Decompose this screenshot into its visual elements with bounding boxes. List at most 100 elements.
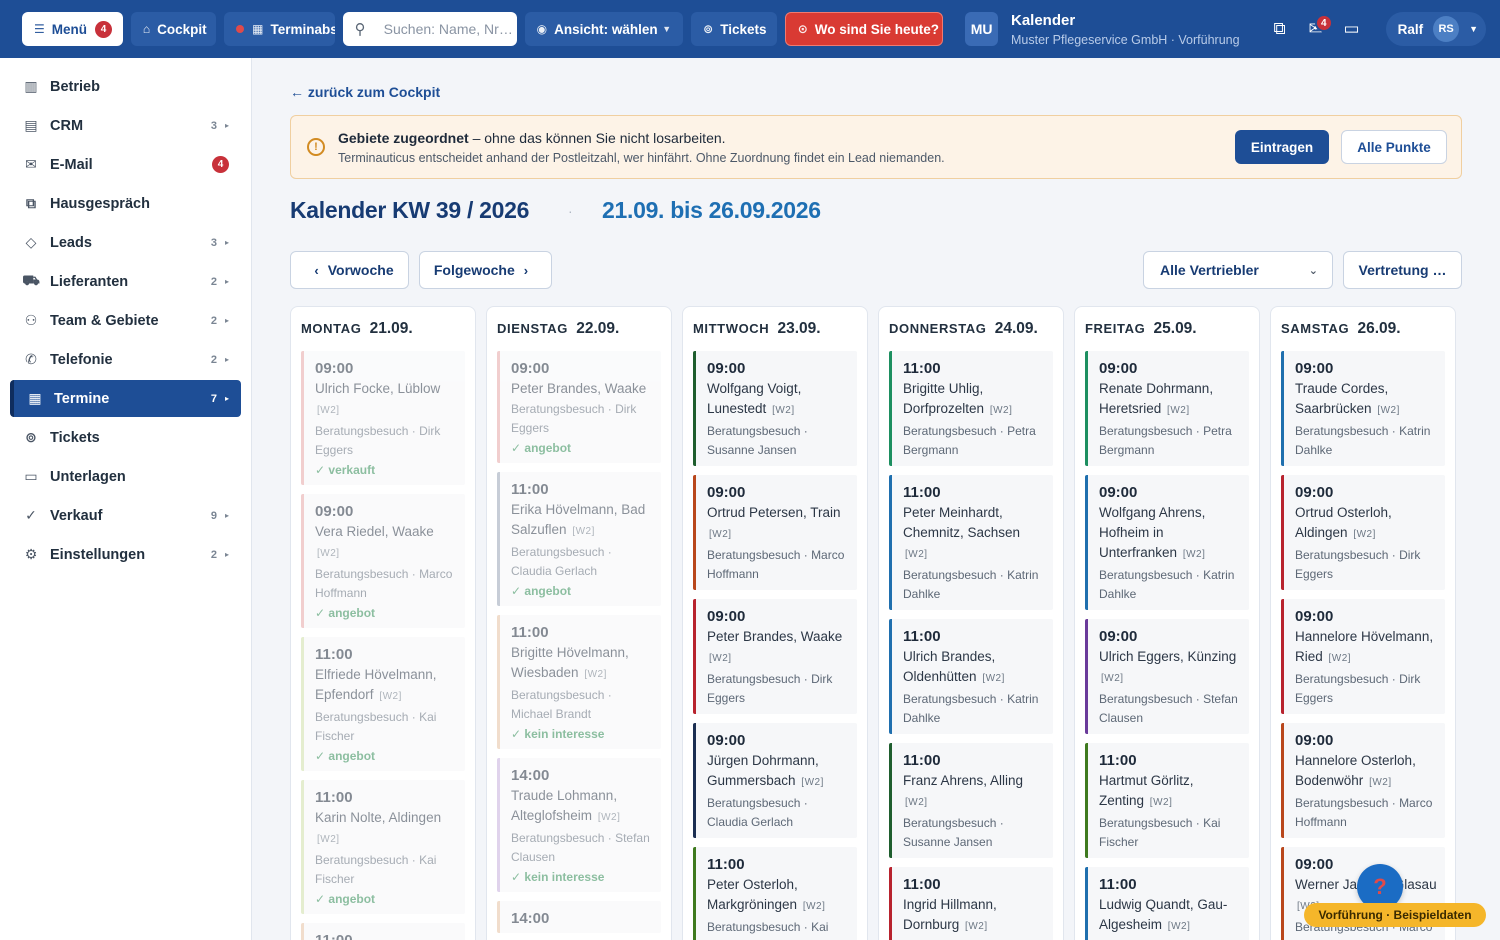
view-select[interactable]: ◉ Ansicht: wählen ▼ [524,12,684,46]
cockpit-button[interactable]: ⌂ Cockpit [130,12,217,46]
appointment-card[interactable]: 11:00 Peter Meinhardt, Chemnitz, Sachsen … [889,475,1053,610]
week-tag: [W2] [1353,529,1376,540]
day-header: FREITAG 25.09. [1075,307,1259,351]
appointment-card[interactable]: 09:00 Peter Brandes, Waake Beratungsbesuch… [497,351,661,463]
user-menu[interactable]: Ralf RS ▼ [1385,12,1487,46]
appointment-time: 09:00 [315,360,354,377]
appointment-card[interactable]: 11:00 Hartmut Görlitz, Zenting [W2] Beratu… [1085,743,1249,858]
sidebar-item-tickets[interactable]: ⊚ Tickets [10,419,241,456]
chat-icon[interactable]: ⧉ [1262,11,1298,47]
menu-button[interactable]: ☰ Menü 4 [22,12,123,46]
terminabsage-button[interactable]: ▦ Terminabsage [224,12,335,46]
week-tag: [W2] [802,901,826,912]
sidebar-item-team-gebiete[interactable]: ⚇ Team & Gebiete 2 ▸ [10,302,241,339]
location-label: Wo sind Sie heute? [814,21,940,37]
appointment-customer: Traude Cordes, Saarbrücken [W2] [1295,379,1437,421]
folder-icon[interactable]: ▭ [1334,11,1370,47]
appointment-customer: Renate Dohrmann, Heretsried [W2] [1099,379,1241,421]
appointment-card[interactable]: 09:00 Renate Dohrmann, Heretsried [W2] Ber… [1085,351,1249,466]
recording-dot-icon [236,25,245,33]
appointment-meta: Beratungsbesuch · Dirk Eggers [1295,548,1421,581]
appointment-card[interactable]: 09:00 Vera Riedel, Waake [W2] Beratungsbes… [301,494,465,628]
appointment-card[interactable]: 14:00 Traude Lohmann, Alteglofsheim [W2] B… [497,758,661,892]
rep-select-value: Alle Vertriebler [1160,262,1259,278]
back-to-cockpit-link[interactable]: ← zurück zum Cockpit [290,84,440,100]
appointment-card[interactable]: 11:00Ingrid Hillmann, Dornburg [W2]Berat… [889,867,1053,940]
sidebar-item-e-mail[interactable]: ✉ E-Mail 4 [10,146,241,183]
search-placeholder: Suchen: Name, Nr… [383,21,513,37]
sidebar-item-lieferanten[interactable]: ⛟ Lieferanten 2 ▸ [10,263,241,300]
appointment-card[interactable]: 11:00 Ulrich Brandes, Oldenhütten [W2] Ber… [889,619,1053,734]
appointment-card[interactable]: 09:00 Wolfgang Voigt, Lunestedt [W2] Berat… [693,351,857,466]
next-week-button[interactable]: Folgewoche › [419,251,552,289]
appointment-time: 11:00 [1099,876,1137,893]
sidebar-item-termine[interactable]: ▦ Termine 7 ▸ [10,380,241,417]
sidebar-item-crm[interactable]: ▤ CRM 3 ▸ [10,107,241,144]
lifebuoy-icon: ⊚ [703,22,714,36]
company-avatar[interactable]: MU [965,12,998,46]
customer-name: Franz Ahrens, Alling [903,773,1024,788]
appointment-meta: Beratungsbesuch · Claudia Gerlach [511,545,612,578]
alert-title: Gebiete zugeordnet [338,130,469,146]
caret-right-icon: ▸ [224,238,229,247]
appointment-card[interactable]: 14:00 [497,901,661,933]
appointment-card[interactable]: 11:00 Karin Nolte, Aldingen [W2] Beratungs… [301,780,465,914]
appointment-card[interactable]: 09:00 Hannelore Hövelmann, Ried [W2] Berat… [1281,599,1445,714]
appointment-card[interactable]: 09:00 Jürgen Dohrmann, Gummersbach [W2] Be… [693,723,857,838]
sidebar-item-label: Leads [50,234,92,251]
appointment-card[interactable]: 09:00 Ortrud Osterloh, Aldingen [W2] Berat… [1281,475,1445,590]
appointment-card[interactable]: 11:00 [301,923,465,940]
tickets-button[interactable]: ⊚ Tickets [691,12,777,46]
chat-icon: ⧉ [26,195,36,211]
appointment-card[interactable]: 09:00 Traude Cordes, Saarbrücken [W2] Bera… [1281,351,1445,466]
sidebar-item-betrieb[interactable]: ▥ Betrieb [10,68,241,105]
appointment-time: 11:00 [511,624,549,641]
sidebar-item-unterlagen[interactable]: ▭ Unterlagen [10,458,241,495]
appointment-card[interactable]: 09:00 Peter Brandes, Waake [W2] Beratungsb… [693,599,857,714]
appointment-customer: Brigitte Hövelmann, Wiesbaden [W2] [511,643,653,685]
inbox-icon[interactable]: ✉ 4 [1298,11,1334,47]
folder-icon: ▭ [24,468,38,484]
hamburger-icon: ☰ [34,22,45,36]
day-name: MONTAG [301,321,362,336]
week-tag: [W2] [1149,797,1173,808]
location-button[interactable]: ⊙ Wo sind Sie heute? [784,12,944,46]
sidebar-item-label: Lieferanten [50,273,129,290]
sidebar-item-leads[interactable]: ◇ Leads 3 ▸ [10,224,241,261]
appointment-time: 09:00 [707,360,746,377]
week-tag: [W2] [597,812,621,823]
sidebar: ▥ Betrieb ▤ CRM 3 ▸ ✉ E-Mail 4 ⧉ Hausgespräch ◇ Lead… [0,58,252,940]
alle-punkte-button[interactable]: Alle Punkte [1341,130,1447,164]
alert-banner: ! Gebiete zugeordnet – ohne das können S… [290,115,1462,179]
day-date: 24.09. [994,320,1038,337]
substitute-button[interactable]: Vertretung … [1343,251,1462,289]
appointment-card[interactable]: 11:00 Elfriede Hövelmann, Epfendorf [W2] B… [301,637,465,771]
mail-icon: ✉ [25,156,37,172]
rep-select[interactable]: Alle Vertriebler ⌄ [1143,251,1333,289]
eintragen-button[interactable]: Eintragen [1235,130,1329,164]
appointment-card[interactable]: 11:00 Peter Osterloh, Markgröningen [W2] B… [693,847,857,940]
demo-badge: Vorführung · Beispieldaten [1304,903,1486,927]
appointment-card[interactable]: 09:00 Hannelore Osterloh, Bodenwöhr [W2] B… [1281,723,1445,838]
appointment-card[interactable]: 09:00 Ulrich Eggers, Künzing [W2] Beratung… [1085,619,1249,734]
search-input[interactable]: ⚲ Suchen: Name, Nr… [342,12,517,46]
appointment-card[interactable]: 11:00Ludwig Quandt, Gau-Algesheim [W2]Be… [1085,867,1249,940]
appointment-card[interactable]: 09:00 Ulrich Focke, Lüblow [W2] Beratungsb… [301,351,465,485]
sidebar-item-einstellungen[interactable]: ⚙ Einstellungen 2 ▸ [10,536,241,573]
sidebar-item-hausgespräch[interactable]: ⧉ Hausgespräch [10,185,241,222]
week-tag: [W2] [572,526,595,537]
appointment-card[interactable]: 09:00 Ortrud Petersen, Train [W2] Beratung… [693,475,857,590]
appointment-customer: Vera Riedel, Waake [W2] [315,522,457,564]
sidebar-item-verkauf[interactable]: ✓ Verkauf 9 ▸ [10,497,241,534]
appointment-card[interactable]: 11:00 Franz Ahrens, Alling [W2] Beratungsb… [889,743,1053,858]
appointment-meta: Beratungsbesuch · Katrin Dahlke [1295,424,1431,457]
appointment-status: ✓ angebot [511,441,572,455]
prev-week-button[interactable]: ‹ Vorwoche [290,251,409,289]
sidebar-item-telefonie[interactable]: ✆ Telefonie 2 ▸ [10,341,241,378]
appointment-card[interactable]: 11:00 Brigitte Uhlig, Dorfprozelten [W2] B… [889,351,1053,466]
appointment-card[interactable]: 11:00 Brigitte Hövelmann, Wiesbaden [W2] B… [497,615,661,749]
sidebar-item-count: 3 [210,119,217,132]
appointment-meta: Beratungsbesuch · Petra Bergmann [903,424,1036,457]
appointment-card[interactable]: 11:00 Erika Hövelmann, Bad Salzuflen [W2]… [497,472,661,606]
appointment-card[interactable]: 09:00 Wolfgang Ahrens, Hofheim in Unterfr… [1085,475,1249,610]
